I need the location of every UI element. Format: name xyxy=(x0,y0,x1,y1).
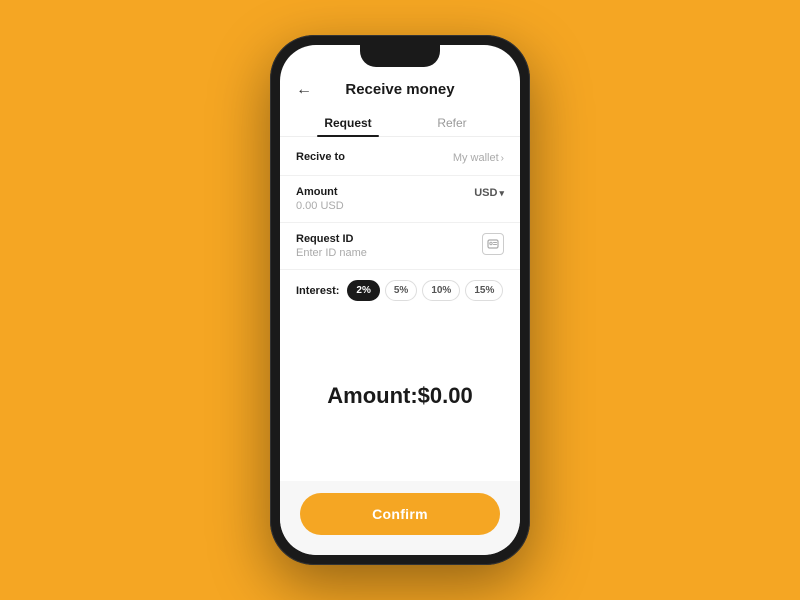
amount-section: Amount USD ▾ 0.00 USD xyxy=(280,176,520,223)
chevron-down-icon: ▾ xyxy=(499,188,504,199)
screen-content: ← Receive money Request Refer Recive to … xyxy=(280,45,520,555)
receive-to-label: Recive to xyxy=(296,151,345,163)
currency-text: USD xyxy=(474,187,497,199)
chip-15pct[interactable]: 15% xyxy=(465,280,503,301)
request-id-section: Request ID Enter ID name xyxy=(280,223,520,270)
confirm-area: Confirm xyxy=(280,481,520,555)
phone-screen: ← Receive money Request Refer Recive to … xyxy=(280,45,520,555)
chip-5pct[interactable]: 5% xyxy=(385,280,417,301)
id-card-icon[interactable] xyxy=(482,233,504,255)
page-title: Receive money xyxy=(345,81,454,98)
request-id-label: Request ID xyxy=(296,233,367,245)
chip-10pct[interactable]: 10% xyxy=(422,280,460,301)
chip-2pct[interactable]: 2% xyxy=(347,280,379,301)
notch xyxy=(360,45,440,67)
amount-display-text: Amount:$0.00 xyxy=(327,383,472,409)
back-button[interactable]: ← xyxy=(296,81,312,99)
my-wallet-text: My wallet xyxy=(453,152,499,164)
receive-to-section: Recive to My wallet › xyxy=(280,141,520,176)
confirm-button[interactable]: Confirm xyxy=(300,493,500,535)
phone-frame: ← Receive money Request Refer Recive to … xyxy=(270,35,530,565)
amount-placeholder: 0.00 USD xyxy=(296,200,504,212)
interest-chips: 2% 5% 10% 15% xyxy=(347,280,503,301)
interest-section: Interest: 2% 5% 10% 15% xyxy=(280,270,520,311)
amount-display: Amount:$0.00 xyxy=(280,311,520,481)
request-id-placeholder: Enter ID name xyxy=(296,247,367,259)
header: ← Receive money xyxy=(280,73,520,108)
currency-selector[interactable]: USD ▾ xyxy=(474,187,504,199)
amount-label: Amount xyxy=(296,186,338,198)
interest-label: Interest: xyxy=(296,285,339,297)
wallet-arrow-icon: › xyxy=(501,153,504,164)
tabs: Request Refer xyxy=(280,108,520,137)
my-wallet-link[interactable]: My wallet › xyxy=(453,152,504,164)
tab-request[interactable]: Request xyxy=(296,108,400,136)
tab-refer[interactable]: Refer xyxy=(400,108,504,136)
